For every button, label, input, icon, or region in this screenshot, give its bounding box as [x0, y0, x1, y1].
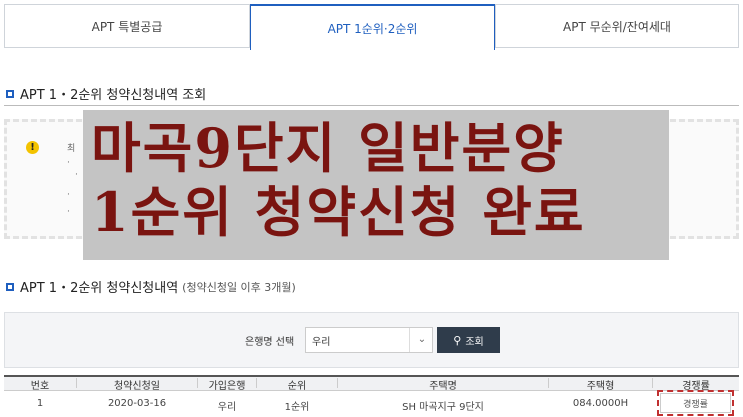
notice-bullet: ·: [67, 207, 70, 217]
tab-apt-unranked[interactable]: APT 무순위/잔여세대: [495, 4, 739, 48]
section-title-history: APT 1・2순위 청약신청내역 (청약신청일 이후 3개월): [6, 277, 296, 296]
col-header-house: 주택명: [429, 381, 457, 392]
section-title-inquiry-text: APT 1・2순위 청약신청내역 조회: [20, 88, 207, 103]
warning-icon: !: [26, 141, 39, 154]
col-header-type: 주택형: [586, 381, 615, 392]
competition-rate-button[interactable]: 경쟁률: [660, 393, 731, 413]
cell-no: 1: [36, 398, 44, 409]
tab-apt-special[interactable]: APT 특별공급: [4, 4, 250, 48]
section-bullet-icon: [6, 89, 14, 98]
section-title-history-text: APT 1・2순위 청약신청내역: [20, 281, 179, 296]
cell-rank: 1순위: [284, 402, 310, 413]
search-icon: ⚲: [453, 333, 462, 347]
banner-line-1: 마곡9단지 일반분양: [91, 116, 565, 180]
divider: [4, 105, 739, 106]
section-bullet-icon: [6, 282, 14, 291]
competition-rate-label: 경쟁률: [683, 399, 708, 410]
section-subtitle: (청약신청일 이후 3개월): [182, 280, 296, 294]
notice-bullet: ·: [75, 170, 78, 180]
cell-date: 2020-03-16: [107, 398, 167, 409]
col-header-bank: 가입은행: [208, 381, 246, 392]
section-title-inquiry: APT 1・2순위 청약신청내역 조회: [6, 84, 206, 103]
col-header-date: 청약신청일: [114, 381, 160, 392]
banner-line-2: 1순위 청약신청 완료: [91, 180, 586, 244]
search-button-label: 조회: [465, 336, 484, 348]
search-button[interactable]: ⚲ 조회: [437, 327, 500, 353]
tab-bar: APT 특별공급 APT 1순위·2순위 APT 무순위/잔여세대: [4, 4, 739, 50]
cell-bank: 우리: [217, 402, 237, 413]
tab-apt-rank[interactable]: APT 1순위·2순위: [250, 4, 495, 50]
bank-select-label: 은행명 선택: [245, 337, 295, 348]
notice-bullet: ·: [67, 190, 70, 200]
bank-select-value: 우리: [312, 337, 331, 348]
notice-bullet: ·: [67, 158, 70, 168]
chevron-down-icon[interactable]: ⌄: [409, 328, 434, 352]
cell-type: 084.0000H: [572, 398, 629, 409]
overlay-banner: 마곡9단지 일반분양 1순위 청약신청 완료: [83, 110, 669, 260]
cell-house: SH 마곡지구 9단지: [402, 402, 484, 413]
col-header-rank: 순위: [287, 381, 307, 392]
notice-text: 최: [67, 144, 76, 154]
col-header-no: 번호: [30, 381, 50, 392]
